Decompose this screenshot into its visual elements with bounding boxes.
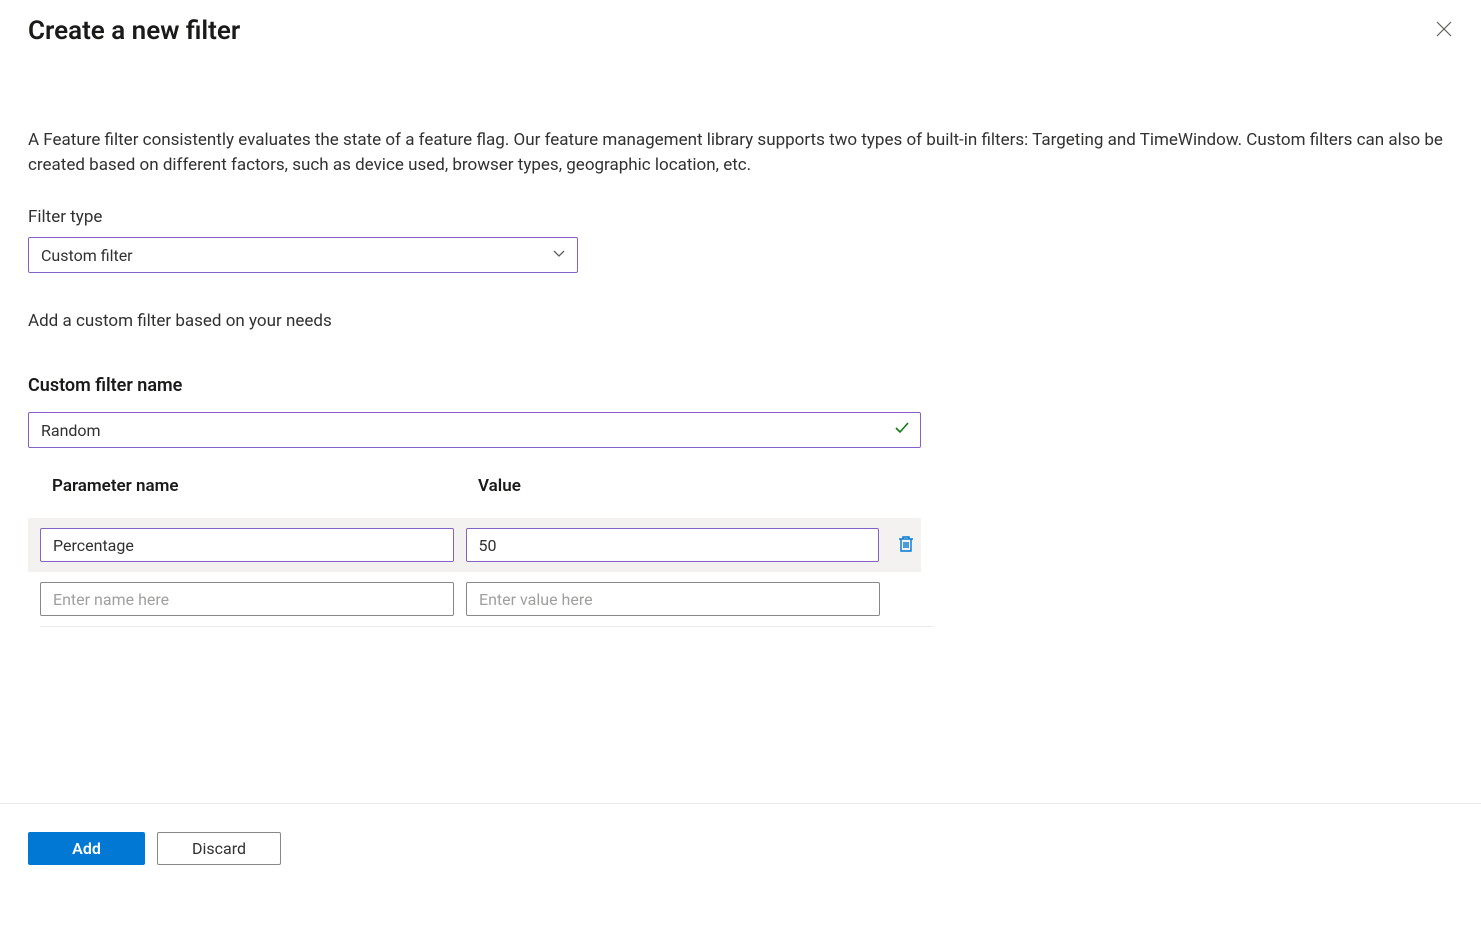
close-button[interactable] bbox=[1429, 14, 1459, 44]
delete-row-button[interactable] bbox=[891, 530, 921, 561]
param-value-input[interactable] bbox=[466, 528, 880, 562]
chevron-down-icon bbox=[551, 245, 567, 265]
close-icon bbox=[1435, 20, 1453, 38]
add-button[interactable]: Add bbox=[28, 832, 145, 865]
checkmark-icon bbox=[893, 419, 911, 441]
description-text: A Feature filter consistently evaluates … bbox=[28, 128, 1453, 177]
param-value-header: Value bbox=[478, 476, 521, 496]
help-text: Add a custom filter based on your needs bbox=[28, 311, 1453, 331]
divider bbox=[40, 626, 933, 627]
discard-button[interactable]: Discard bbox=[157, 832, 281, 865]
filter-type-select[interactable]: Custom filter bbox=[28, 237, 578, 273]
custom-filter-name-input[interactable] bbox=[28, 412, 921, 448]
param-row-new bbox=[28, 572, 921, 626]
filter-type-label: Filter type bbox=[28, 207, 1453, 227]
footer: Add Discard bbox=[0, 803, 1481, 865]
page-title: Create a new filter bbox=[28, 16, 240, 46]
filter-type-selected: Custom filter bbox=[41, 246, 133, 265]
param-name-header: Parameter name bbox=[52, 476, 478, 496]
param-value-input-new[interactable] bbox=[466, 582, 880, 616]
custom-filter-name-label: Custom filter name bbox=[28, 375, 1453, 396]
param-name-input[interactable] bbox=[40, 528, 454, 562]
trash-icon bbox=[897, 542, 915, 557]
param-row bbox=[28, 518, 921, 572]
param-name-input-new[interactable] bbox=[40, 582, 454, 616]
